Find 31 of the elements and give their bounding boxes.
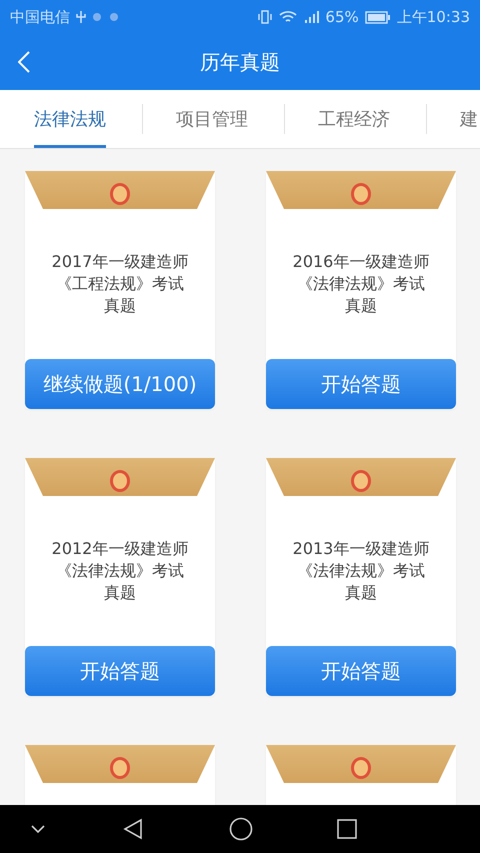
collapse-button[interactable] bbox=[30, 824, 46, 834]
exam-title: 2013年一级建造师《法律法规》考试真题 bbox=[292, 538, 430, 604]
home-circle-icon bbox=[229, 817, 253, 841]
start-button[interactable]: 开始答题 bbox=[266, 646, 456, 696]
chevron-down-icon bbox=[30, 824, 46, 834]
home-button[interactable] bbox=[229, 817, 253, 841]
category-tab[interactable]: 法律法规 bbox=[34, 90, 106, 148]
start-button[interactable]: 继续做题(1/100) bbox=[25, 359, 215, 409]
clock-time: 上午10:33 bbox=[396, 8, 470, 26]
category-tab[interactable]: 建 bbox=[460, 90, 478, 148]
battery-percent: 65% bbox=[325, 8, 359, 26]
category-tab[interactable]: 工程经济 bbox=[318, 90, 390, 148]
exam-title: 2012年一级建造师《法律法规》考试真题 bbox=[50, 538, 190, 604]
signal-icon bbox=[303, 10, 320, 24]
exam-title: 2016年一级建造师《法律法规》考试真题 bbox=[292, 251, 430, 317]
back-icon bbox=[18, 51, 30, 73]
recents-button[interactable] bbox=[337, 819, 357, 839]
vibrate-icon bbox=[257, 10, 274, 24]
wifi-icon bbox=[279, 10, 298, 24]
carrier-name: 中国电信 bbox=[10, 8, 70, 26]
start-button[interactable]: 开始答题 bbox=[266, 359, 456, 409]
category-tab[interactable]: 项目管理 bbox=[176, 90, 248, 148]
notification-icon bbox=[92, 12, 120, 22]
recents-square-icon bbox=[337, 819, 357, 839]
page-title: 历年真题 bbox=[200, 50, 280, 74]
start-button[interactable]: 开始答题 bbox=[25, 646, 215, 696]
usb-icon bbox=[76, 10, 86, 24]
back-triangle-icon bbox=[123, 818, 143, 840]
back-nav-button[interactable] bbox=[123, 818, 143, 840]
exam-title: 2017年一级建造师《工程法规》考试真题 bbox=[50, 251, 190, 317]
battery-icon bbox=[364, 10, 391, 24]
